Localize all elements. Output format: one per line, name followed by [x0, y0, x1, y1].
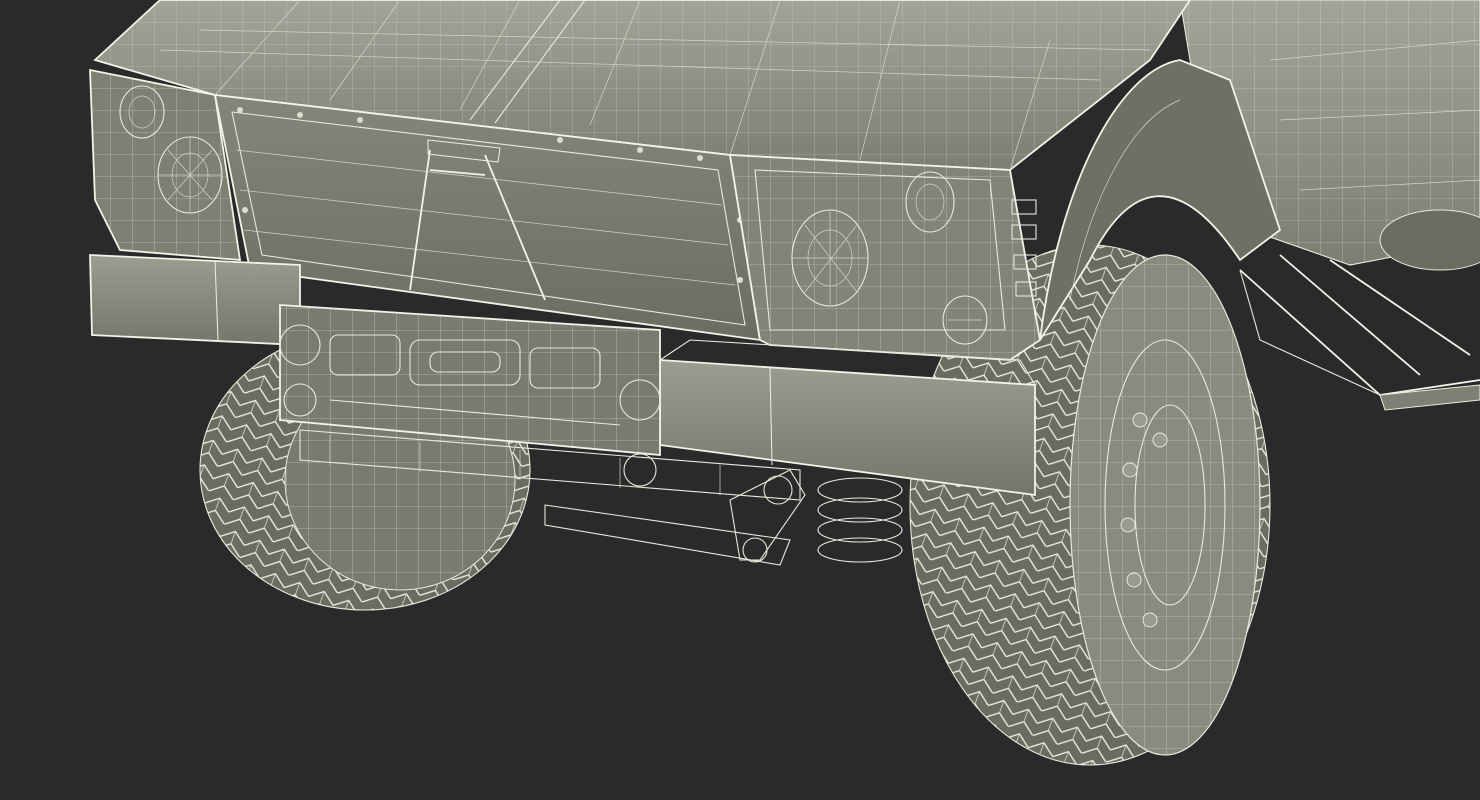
side-step-ladder: [1239, 254, 1480, 411]
right-headlight-housing: [728, 154, 1041, 361]
right-headlamp: [791, 209, 869, 307]
left-headlamp: [157, 136, 223, 214]
vehicle-wireframe-render: [89, 0, 1480, 766]
3d-viewport: [0, 0, 1480, 800]
suspension-coil-spring: [817, 477, 903, 563]
tow-hitch-bracket: [544, 469, 806, 566]
